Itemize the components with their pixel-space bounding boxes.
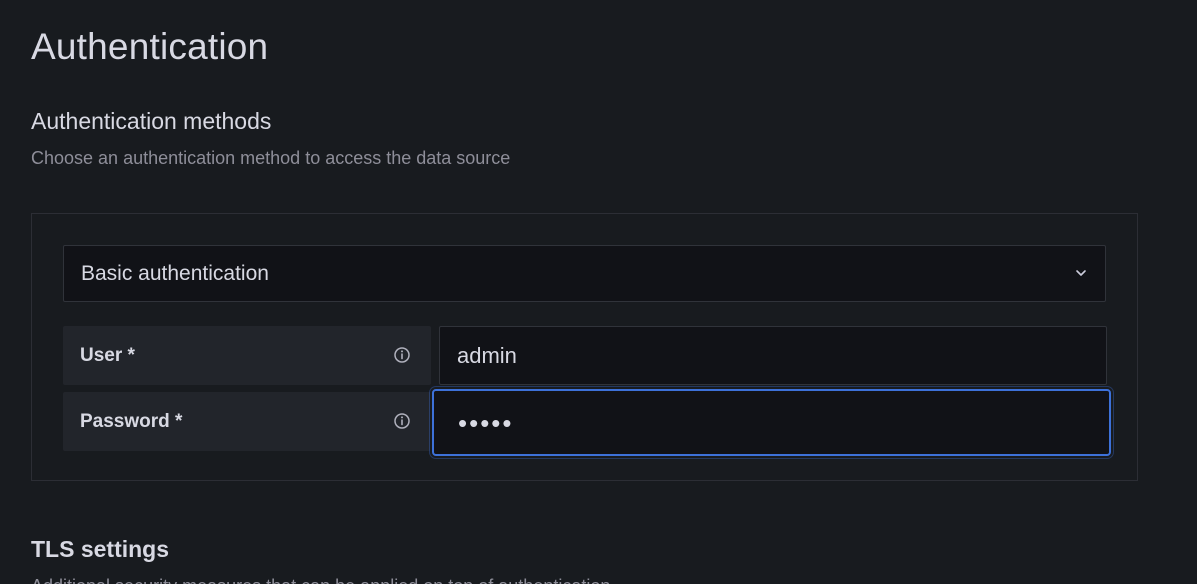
auth-methods-title: Authentication methods	[31, 108, 272, 134]
password-field-label: Password *	[63, 392, 431, 451]
authentication-page: Authentication Authentication methods Ch…	[0, 0, 1197, 584]
auth-method-select-value: Basic authentication	[81, 262, 269, 285]
user-field-label: User *	[63, 326, 431, 385]
user-input[interactable]: admin	[439, 326, 1107, 385]
password-input-value: •••••	[458, 408, 514, 438]
user-label-text: User *	[80, 345, 135, 366]
auth-method-select[interactable]: Basic authentication	[63, 245, 1106, 302]
password-label-text: Password *	[80, 411, 183, 432]
password-input[interactable]: •••••	[432, 389, 1111, 456]
page-title: Authentication	[31, 26, 269, 67]
user-input-value: admin	[457, 343, 517, 368]
tls-settings-description: Additional security measures that can be…	[31, 576, 610, 584]
auth-methods-description: Choose an authentication method to acces…	[31, 148, 511, 168]
tls-settings-title: TLS settings	[31, 536, 170, 562]
info-icon[interactable]	[392, 411, 412, 431]
info-icon[interactable]	[392, 345, 412, 365]
chevron-down-icon	[1076, 270, 1086, 276]
